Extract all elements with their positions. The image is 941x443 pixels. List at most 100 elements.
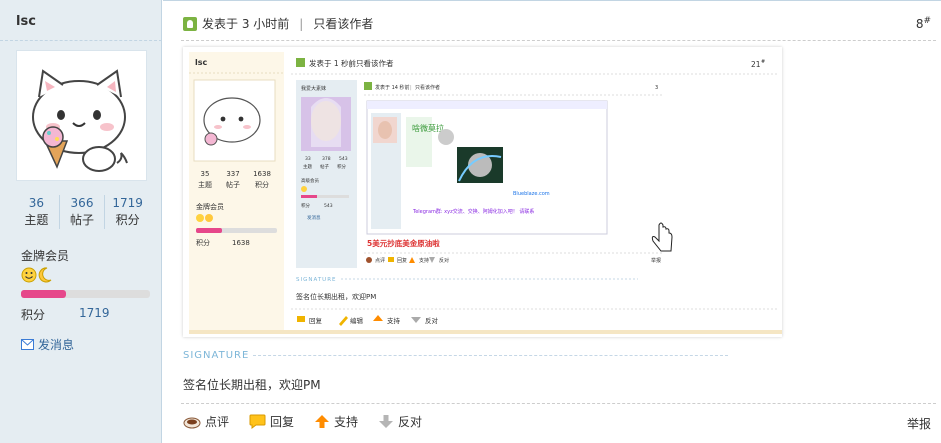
divider [181,40,936,41]
nested-signature-text: 签名位长期出租，欢迎PM [296,292,376,301]
post-main: 发表于 3 小时前 | 只看该作者 8# lsc 35 主题 337 帖子 16… [163,0,941,443]
inner-points-value: 543 [324,203,333,209]
divider [253,355,728,356]
divider [163,0,941,6]
screenshot-image: lsc 35 主题 337 帖子 1638 积分 金牌会员 积分 1638 发表… [183,47,782,337]
nested-points-value: 1638 [232,239,250,247]
author-stats: 36 主题 366 帖子 1719 积分 [14,195,150,229]
author-name[interactable]: lsc [16,14,36,29]
inner-stat-value: 33 [305,156,311,162]
nested-username: lsc [195,58,208,67]
user-online-icon [183,16,197,31]
inner-action: 回复 [397,257,407,264]
nested-action: 反对 [425,316,439,325]
grade-progress-fill [21,290,67,298]
send-message-link[interactable]: 发消息 [21,336,74,353]
inner-username: 我爱大素妹 [301,85,326,92]
inner-stat-value: 378 [322,156,331,162]
inner-grade: 高级会员 [301,177,319,184]
support-button[interactable]: 支持 [314,413,358,430]
inner-image-label: 啥微莫拉 [412,123,444,133]
inner-action: 反对 [439,257,449,264]
post-container: lsc 36 主题 366 帖子 1719 积分 金牌会员 积分 1719 发消… [0,0,941,443]
nested-floor: 21 [751,60,761,69]
nested-only-author: 只看该作者 [356,58,394,68]
nested-stat-value: 337 [226,170,239,178]
cat-avatar-icon [17,51,146,180]
signature-heading: SIGNATURE [183,350,250,361]
nested-stat-value: 1638 [253,170,271,178]
send-message-label[interactable]: 发消息 [38,336,74,353]
inner-stat-label: 积分 [337,163,346,170]
stat-topics[interactable]: 36 主题 [14,195,59,229]
inner-stat-label: 主题 [303,163,312,170]
oppose-label[interactable]: 反对 [398,413,422,430]
medal-icons [21,267,53,283]
nested-signature-heading: SIGNATURE [296,277,337,283]
avatar[interactable] [16,50,147,181]
signature-text: 签名位长期出租，欢迎PM [183,378,321,392]
inner-stat-value: 543 [339,156,348,162]
inner-watermark: Blueblaze.com [513,191,550,197]
inner-stat-label: 帖子 [320,163,329,170]
inner-post-time: 发表于 14 秒前 [375,84,410,91]
nested-stat-label: 积分 [255,180,269,189]
smiley-moon-icon [21,267,52,283]
post-actions: 点评 回复 支持 反对 [183,413,442,430]
inner-telegram-text: Telegram群: xyz交流、交换、阿姆化加入吧！ 请联系 [412,208,534,215]
stat-label: 帖子 [70,213,95,227]
divider [181,403,936,404]
oppose-button[interactable]: 反对 [378,413,422,430]
divider [0,40,162,41]
nested-action: 编辑 [350,316,364,325]
rate-label[interactable]: 点评 [205,413,229,430]
arrow-down-icon [379,415,394,428]
nested-grade: 金牌会员 [196,202,224,211]
points-label: 积分 [21,308,46,322]
nested-action: 回复 [309,316,323,325]
nested-stat-value: 35 [201,170,210,178]
report-link[interactable]: 举报 [907,415,931,432]
nested-stat-label: 主题 [198,180,212,189]
stat-label: 主题 [24,213,49,227]
speech-bubble-icon [249,414,266,429]
rate-button[interactable]: 点评 [183,413,229,430]
user-grade[interactable]: 金牌会员 [21,247,69,264]
post-header: 发表于 3 小时前 | 只看该作者 [183,15,373,32]
header-separator: | [299,16,304,31]
post-time: 发表于 3 小时前 [202,17,290,31]
nested-stat-label: 帖子 [226,180,240,189]
stat-value[interactable]: 36 [14,195,59,211]
signature-divider: SIGNATURE [183,350,728,361]
stat-label: 积分 [115,213,140,227]
svg-text:|: | [349,59,352,68]
coffee-cup-icon [183,417,201,428]
support-label[interactable]: 支持 [334,413,358,430]
floor-mark: # [923,16,931,26]
inner-only-author: 只看该作者 [415,84,440,91]
stat-posts[interactable]: 366 帖子 [58,195,105,229]
stat-value[interactable]: 1719 [105,195,150,211]
reply-button[interactable]: 回复 [249,413,294,430]
grade-progress-bar [21,290,150,298]
inner-promo: 5美元抄底美金原油啦 [367,238,440,248]
nested-action: 支持 [387,316,401,325]
inner-action: 支持 [419,257,429,264]
arrow-up-icon [315,415,330,428]
inner-action: 点评 [375,257,385,264]
nested-points-label: 积分 [196,238,210,247]
inner-floor: 3 [655,85,658,91]
floor-number[interactable]: 8# [916,16,931,31]
inner-message-link: 发消息 [307,214,321,221]
reply-label[interactable]: 回复 [270,413,294,430]
svg-text:#: # [761,59,765,65]
author-sidebar: lsc 36 主题 366 帖子 1719 积分 金牌会员 积分 1719 发消… [0,0,162,443]
embedded-screenshot[interactable]: lsc 35 主题 337 帖子 1638 积分 金牌会员 积分 1638 发表… [183,47,782,337]
stat-value[interactable]: 366 [60,195,105,211]
envelope-icon [21,339,34,350]
stat-points[interactable]: 1719 积分 [104,195,150,229]
only-author-link[interactable]: 只看该作者 [313,15,373,32]
inner-points-label: 积分 [301,202,310,209]
points-value: 1719 [79,306,110,320]
inner-report: 举报 [651,257,661,264]
